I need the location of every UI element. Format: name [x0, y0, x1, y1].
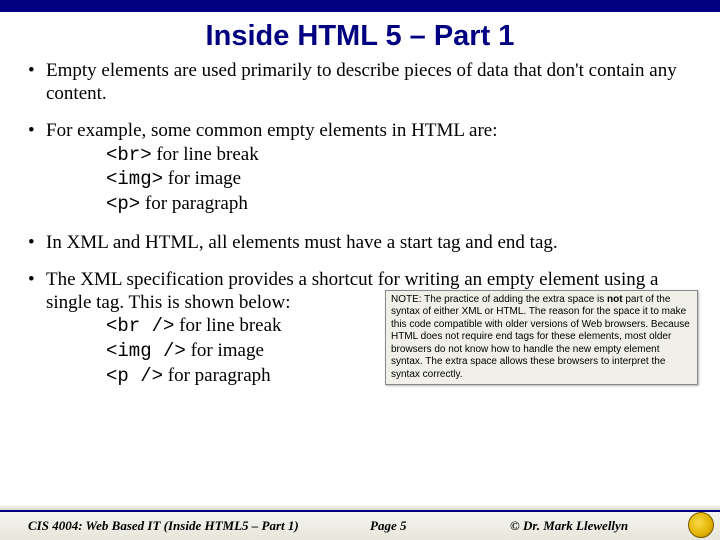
- bullet-4: The XML specification provides a shortcu…: [24, 268, 696, 389]
- code-p: <p>: [106, 193, 140, 215]
- code-img-self: <img />: [106, 340, 186, 362]
- code-br-self: <br />: [106, 315, 174, 337]
- bullet-2-examples: <br> for line break <img> for image <p> …: [106, 143, 696, 217]
- bullet-1: Empty elements are used primarily to des…: [24, 59, 696, 105]
- bullet-2-text: For example, some common empty elements …: [46, 120, 498, 141]
- code-img: <img>: [106, 168, 163, 190]
- note-bold: not: [607, 294, 623, 305]
- bullet-2: For example, some common empty elements …: [24, 119, 696, 216]
- note-box: NOTE: The practice of adding the extra s…: [385, 290, 698, 386]
- code-br-self-desc: for line break: [174, 315, 281, 336]
- footer-page: Page 5: [370, 518, 510, 534]
- code-img-self-desc: for image: [186, 340, 264, 361]
- code-br: <br>: [106, 144, 152, 166]
- ucf-logo-icon: [688, 512, 714, 538]
- code-img-desc: for image: [163, 168, 241, 189]
- note-rest: part of the syntax of either XML or HTML…: [391, 294, 690, 380]
- bullet-list: Empty elements are used primarily to des…: [24, 59, 696, 389]
- footer-course: CIS 4004: Web Based IT (Inside HTML5 – P…: [0, 518, 370, 534]
- bullet-3: In XML and HTML, all elements must have …: [24, 231, 696, 254]
- code-br-desc: for line break: [152, 144, 259, 165]
- code-p-self: <p />: [106, 365, 163, 387]
- code-p-self-desc: for paragraph: [163, 365, 271, 386]
- slide-title: Inside HTML 5 – Part 1: [24, 20, 696, 53]
- code-p-desc: for paragraph: [140, 193, 248, 214]
- footer: CIS 4004: Web Based IT (Inside HTML5 – P…: [0, 510, 720, 540]
- note-prefix: NOTE: The practice of adding the extra s…: [391, 294, 607, 305]
